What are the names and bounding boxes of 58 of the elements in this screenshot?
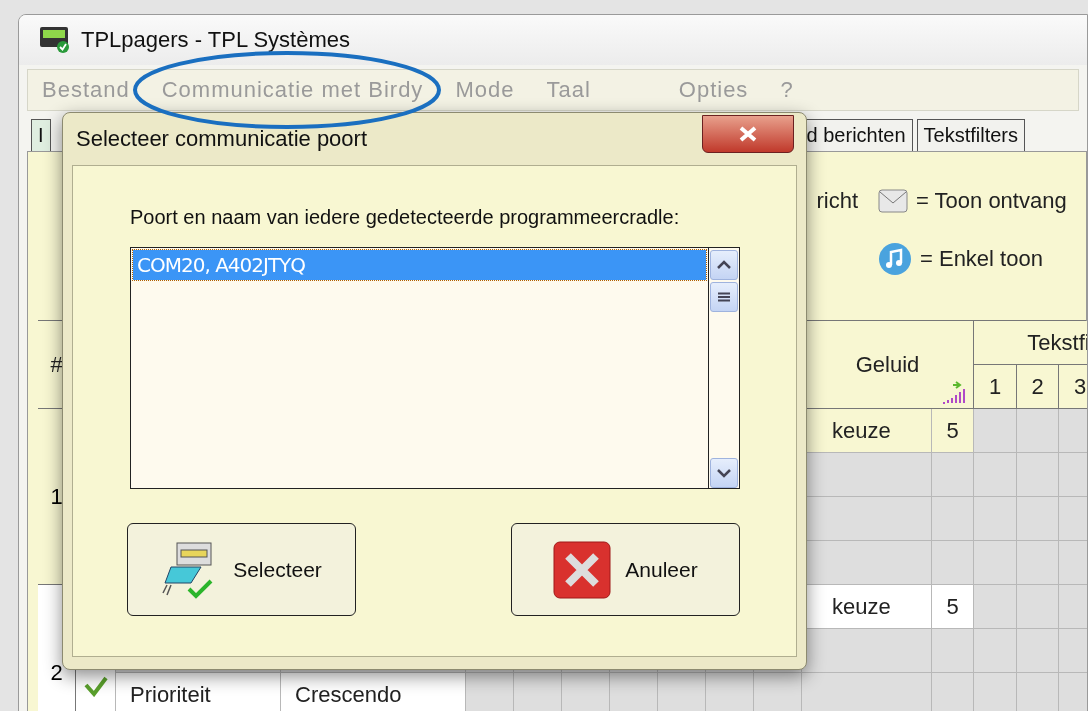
table-cell: [466, 673, 514, 711]
table-cell: [932, 629, 974, 673]
music-note-icon: [878, 242, 912, 276]
table-cell: [1017, 409, 1059, 453]
table-cell: [932, 673, 974, 711]
table-cell: [1017, 497, 1059, 541]
table-cell: 5: [932, 409, 974, 453]
table-cell: [706, 673, 754, 711]
table-cell: [974, 585, 1017, 629]
table-cell: [754, 673, 802, 711]
window-title: TPLpagers - TPL Systèmes: [81, 27, 350, 53]
table-cell: [974, 497, 1017, 541]
table-cell: [974, 409, 1017, 453]
table-cell: [932, 453, 974, 497]
table-cell: Prioriteit: [116, 673, 281, 711]
select-button[interactable]: Selecteer: [127, 523, 356, 616]
cancel-x-icon: [553, 540, 612, 599]
close-icon: [737, 125, 759, 143]
app-icon: [39, 26, 71, 54]
tab[interactable]: Tekstfilters: [916, 119, 1025, 151]
table-cell: [610, 673, 658, 711]
scroll-down-button[interactable]: [710, 458, 738, 488]
table-cell: [974, 541, 1017, 585]
chevron-down-icon: [716, 468, 732, 478]
grip-icon: [717, 292, 731, 302]
cancel-button[interactable]: Anuleer: [511, 523, 740, 616]
signal-bars-icon: [941, 380, 967, 404]
table-cell: [1017, 585, 1059, 629]
table-cell: [1017, 453, 1059, 497]
column-header: 3: [1059, 365, 1087, 409]
table-cell: [562, 673, 610, 711]
table-cell: [658, 673, 706, 711]
dialog-title: Selecteer communicatie poort: [76, 126, 368, 152]
table-cell: [1017, 629, 1059, 673]
table-cell: Crescendo: [281, 673, 466, 711]
scroll-thumb[interactable]: [710, 282, 738, 312]
column-header: 1: [974, 365, 1017, 409]
close-button[interactable]: [702, 115, 794, 153]
scroll-up-button[interactable]: [710, 250, 738, 280]
legend-text: = Enkel toon: [920, 246, 1043, 272]
table-cell: 5: [932, 585, 974, 629]
table-cell: [974, 629, 1017, 673]
table-cell: [514, 673, 562, 711]
list-item[interactable]: COM20, A402JTYQ: [133, 250, 706, 280]
table-cell: [932, 541, 974, 585]
chevron-up-icon: [716, 260, 732, 270]
envelope-icon: [878, 189, 908, 213]
table-cell: [1017, 541, 1059, 585]
legend-text: = Toon ontvang: [916, 188, 1067, 214]
tab[interactable]: I: [31, 119, 51, 151]
table-cell: [974, 453, 1017, 497]
table-cell: [974, 673, 1017, 711]
table-cell: [932, 497, 974, 541]
legend-text: richt: [815, 188, 858, 214]
table-cell: [1017, 673, 1059, 711]
port-list[interactable]: COM20, A402JTYQ: [130, 247, 740, 489]
column-header: 2: [1017, 365, 1059, 409]
prompt-text: Poort en naam van iedere gedetecteerde programmeercradle:: [130, 206, 681, 229]
